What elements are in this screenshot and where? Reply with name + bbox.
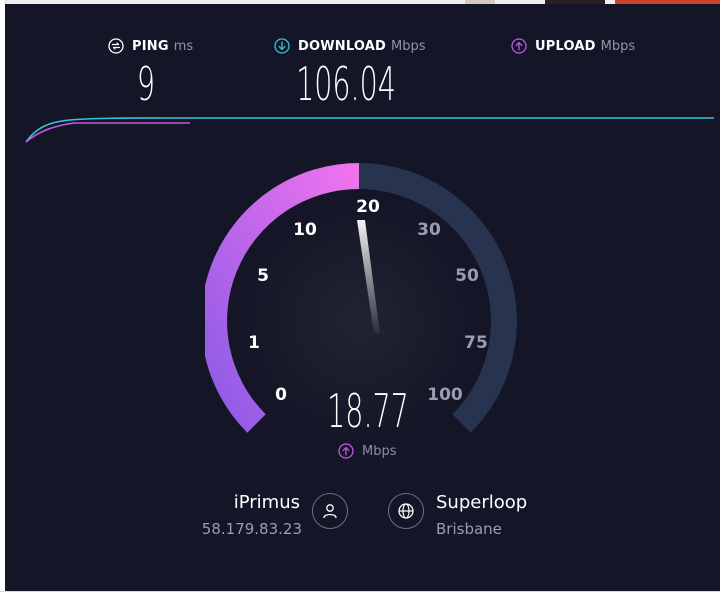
upload-arrow-icon <box>338 443 354 459</box>
upload-metric: UPLOAD Mbps <box>511 34 635 58</box>
ping-icon <box>108 38 124 54</box>
user-icon <box>323 504 337 519</box>
change-server-button[interactable] <box>388 493 424 529</box>
gauge-unit-row: Mbps <box>338 443 397 459</box>
download-label: DOWNLOAD <box>298 38 387 54</box>
download-graph-line <box>25 117 714 143</box>
ping-unit: ms <box>173 38 194 54</box>
gauge-tick-label: 10 <box>293 220 317 240</box>
isp-ip-address: 58.179.83.23 <box>201 520 302 538</box>
ping-value: 9 <box>136 57 156 111</box>
gauge-unit-label: Mbps <box>362 443 397 459</box>
throughput-graph <box>25 117 714 143</box>
download-metric: DOWNLOAD Mbps <box>274 34 426 58</box>
ping-metric: PING ms <box>108 34 193 58</box>
gauge-current-value: 18.77 <box>327 384 409 438</box>
server-location: Brisbane <box>436 520 502 538</box>
change-provider-button[interactable] <box>312 493 348 529</box>
gauge-tick-label: 30 <box>417 220 441 240</box>
gauge-tick-label: 5 <box>257 266 269 286</box>
upload-label: UPLOAD <box>535 38 596 54</box>
download-arrow-icon <box>274 38 290 54</box>
upload-graph-line <box>25 122 190 143</box>
gauge-tick-label: 50 <box>455 266 479 286</box>
gauge-tick-label: 20 <box>356 197 380 217</box>
gauge-tick-label: 75 <box>464 333 488 353</box>
globe-icon <box>398 503 414 519</box>
gauge-tick-label: 100 <box>427 385 463 405</box>
gauge-tick-label: 0 <box>275 385 287 405</box>
download-value: 106.04 <box>296 57 396 111</box>
isp-name: iPrimus <box>233 492 300 513</box>
server-name: Superloop <box>436 492 528 513</box>
ping-label: PING <box>132 38 169 54</box>
upload-arrow-icon <box>511 38 527 54</box>
upload-unit: Mbps <box>600 38 636 54</box>
download-unit: Mbps <box>391 38 426 54</box>
gauge-tick-label: 1 <box>248 333 260 353</box>
